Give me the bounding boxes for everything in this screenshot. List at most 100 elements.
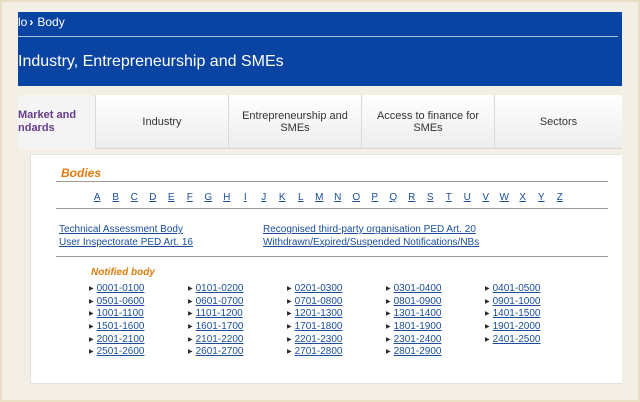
alpha-link-d[interactable]: D	[144, 192, 163, 203]
alpha-link-h[interactable]: H	[218, 192, 237, 203]
section-title: Bodies	[61, 166, 102, 180]
tab-entrepreneurship[interactable]: Entrepreneurship and SMEs	[229, 95, 362, 149]
range-link[interactable]: 1701-1800	[295, 321, 343, 332]
list-item: ▶ 2501-2600	[89, 345, 144, 358]
alpha-link-z[interactable]: Z	[551, 192, 570, 203]
alpha-link-n[interactable]: N	[329, 192, 348, 203]
list-item: ▶ 1401-1500	[485, 307, 540, 320]
range-link[interactable]: 1301-1400	[394, 308, 442, 319]
alpha-link-l[interactable]: L	[292, 192, 311, 203]
bullet-icon: ▶	[89, 336, 94, 343]
tab-label: Access to finance for SMEs	[376, 110, 480, 134]
range-link[interactable]: 1901-2000	[493, 321, 541, 332]
range-column: ▶ 0101-0200 ▶ 0601-0700 ▶ 1101-1200 ▶ 1601-1700…	[188, 282, 243, 358]
range-link[interactable]: 2601-2700	[196, 346, 244, 357]
alpha-link-m[interactable]: M	[310, 192, 329, 203]
range-link[interactable]: 0301-0400	[394, 283, 442, 294]
range-link[interactable]: 0501-0600	[97, 296, 145, 307]
list-item: ▶ 0201-0300	[287, 282, 342, 295]
alpha-link-f[interactable]: F	[181, 192, 200, 203]
bullet-icon: ▶	[188, 298, 193, 305]
site-header: lo › Body Industry, Entrepreneurship and S…	[18, 12, 622, 86]
range-link[interactable]: 2501-2600	[97, 346, 145, 357]
technical-assessment-body-link[interactable]: Technical Assessment Body	[59, 224, 193, 237]
range-link[interactable]: 1201-1300	[295, 308, 343, 319]
alpha-link-p[interactable]: P	[366, 192, 385, 203]
alpha-link-w[interactable]: W	[495, 192, 514, 203]
tab-label: Market and ndards	[18, 109, 77, 134]
tab-sectors[interactable]: Sectors	[495, 95, 622, 149]
bullet-icon: ▶	[188, 349, 193, 356]
bullet-icon: ▶	[287, 298, 292, 305]
list-item: ▶ 0801-0900	[386, 295, 441, 308]
withdrawn-notifications-link[interactable]: Withdrawn/Expired/Suspended Notification…	[263, 237, 479, 250]
range-link[interactable]: 2401-2500	[493, 334, 541, 345]
range-link[interactable]: 2001-2100	[97, 334, 145, 345]
alpha-link-j[interactable]: J	[255, 192, 274, 203]
alpha-link-y[interactable]: Y	[532, 192, 551, 203]
bullet-icon: ▶	[485, 285, 490, 292]
list-item: ▶ 0101-0200	[188, 282, 243, 295]
list-item: ▶ 2201-2300	[287, 333, 342, 346]
alpha-link-u[interactable]: U	[458, 192, 477, 203]
range-column: ▶ 0201-0300 ▶ 0701-0800 ▶ 1201-1300 ▶ 1701-1800…	[287, 282, 342, 358]
user-inspectorate-link[interactable]: User Inspectorate PED Art. 16	[59, 237, 193, 250]
recognised-third-party-link[interactable]: Recognised third-party organisation PED …	[263, 224, 479, 237]
list-item: ▶ 1601-1700	[188, 320, 243, 333]
alpha-link-s[interactable]: S	[421, 192, 440, 203]
alpha-link-a[interactable]: A	[88, 192, 107, 203]
alpha-link-r[interactable]: R	[403, 192, 422, 203]
range-link[interactable]: 0401-0500	[493, 283, 541, 294]
range-column: ▶ 0001-0100 ▶ 0501-0600 ▶ 1001-1100 ▶ 1501-1600…	[89, 282, 144, 358]
range-link[interactable]: 0201-0300	[295, 283, 343, 294]
bullet-icon: ▶	[287, 311, 292, 318]
range-link[interactable]: 0001-0100	[97, 283, 145, 294]
range-link[interactable]: 2701-2800	[295, 346, 343, 357]
alpha-link-g[interactable]: G	[199, 192, 218, 203]
list-item: ▶ 2001-2100	[89, 333, 144, 346]
range-link[interactable]: 1801-1900	[394, 321, 442, 332]
alpha-link-e[interactable]: E	[162, 192, 181, 203]
range-link[interactable]: 2101-2200	[196, 334, 244, 345]
bullet-icon: ▶	[287, 349, 292, 356]
bullet-icon: ▶	[188, 311, 193, 318]
alpha-link-o[interactable]: O	[347, 192, 366, 203]
bullet-icon: ▶	[188, 285, 193, 292]
alpha-link-t[interactable]: T	[440, 192, 459, 203]
range-link[interactable]: 0701-0800	[295, 296, 343, 307]
range-link[interactable]: 2301-2400	[394, 334, 442, 345]
bullet-icon: ▶	[485, 298, 490, 305]
bullet-icon: ▶	[386, 336, 391, 343]
tab-label: Entrepreneurship and SMEs	[242, 110, 348, 134]
range-link[interactable]: 0801-0900	[394, 296, 442, 307]
range-link[interactable]: 2201-2300	[295, 334, 343, 345]
tab-industry[interactable]: Industry	[96, 95, 229, 149]
list-item: ▶ 1701-1800	[287, 320, 342, 333]
tab-access-to-finance[interactable]: Access to finance for SMEs	[362, 95, 495, 149]
tab-market-and-standards[interactable]: Market and ndards	[18, 95, 96, 149]
list-item: ▶ 1301-1400	[386, 307, 441, 320]
alpha-link-v[interactable]: V	[477, 192, 496, 203]
range-link[interactable]: 1601-1700	[196, 321, 244, 332]
alpha-link-c[interactable]: C	[125, 192, 144, 203]
nav-tabs: Market and ndards Industry Entrepreneurs…	[18, 95, 622, 149]
alpha-link-x[interactable]: X	[514, 192, 533, 203]
range-link[interactable]: 2801-2900	[394, 346, 442, 357]
alpha-link-i[interactable]: I	[236, 192, 255, 203]
alpha-link-k[interactable]: K	[273, 192, 292, 203]
range-link[interactable]: 0901-1000	[493, 296, 541, 307]
range-link[interactable]: 0601-0700	[196, 296, 244, 307]
range-link[interactable]: 1401-1500	[493, 308, 541, 319]
bullet-icon: ▶	[386, 349, 391, 356]
divider	[56, 181, 608, 182]
list-item: ▶ 1501-1600	[89, 320, 144, 333]
breadcrumb-prev[interactable]: lo	[18, 15, 27, 29]
range-link[interactable]: 1101-1200	[196, 308, 243, 319]
range-link[interactable]: 1001-1100	[97, 308, 144, 319]
alpha-link-q[interactable]: Q	[384, 192, 403, 203]
list-item: ▶ 0901-1000	[485, 295, 540, 308]
alpha-link-b[interactable]: B	[107, 192, 126, 203]
range-link[interactable]: 1501-1600	[97, 321, 145, 332]
list-item: ▶ 1101-1200	[188, 307, 243, 320]
range-link[interactable]: 0101-0200	[196, 283, 244, 294]
